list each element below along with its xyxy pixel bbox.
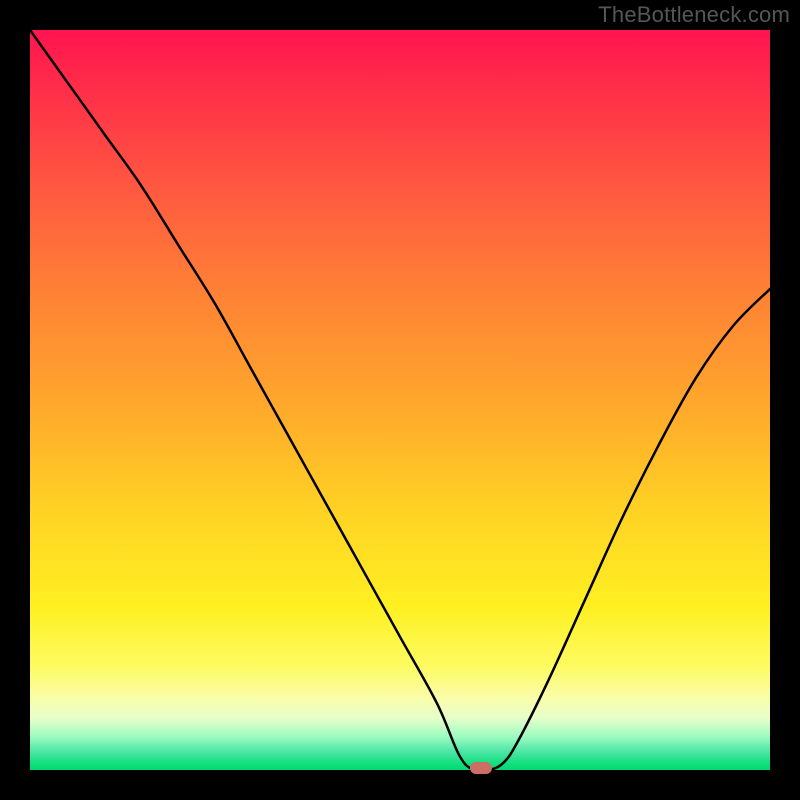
- optimal-marker: [470, 762, 492, 774]
- plot-area: [30, 30, 770, 770]
- bottleneck-curve: [30, 30, 770, 770]
- chart-frame: TheBottleneck.com: [0, 0, 800, 800]
- curve-svg: [30, 30, 770, 770]
- watermark-text: TheBottleneck.com: [598, 2, 790, 28]
